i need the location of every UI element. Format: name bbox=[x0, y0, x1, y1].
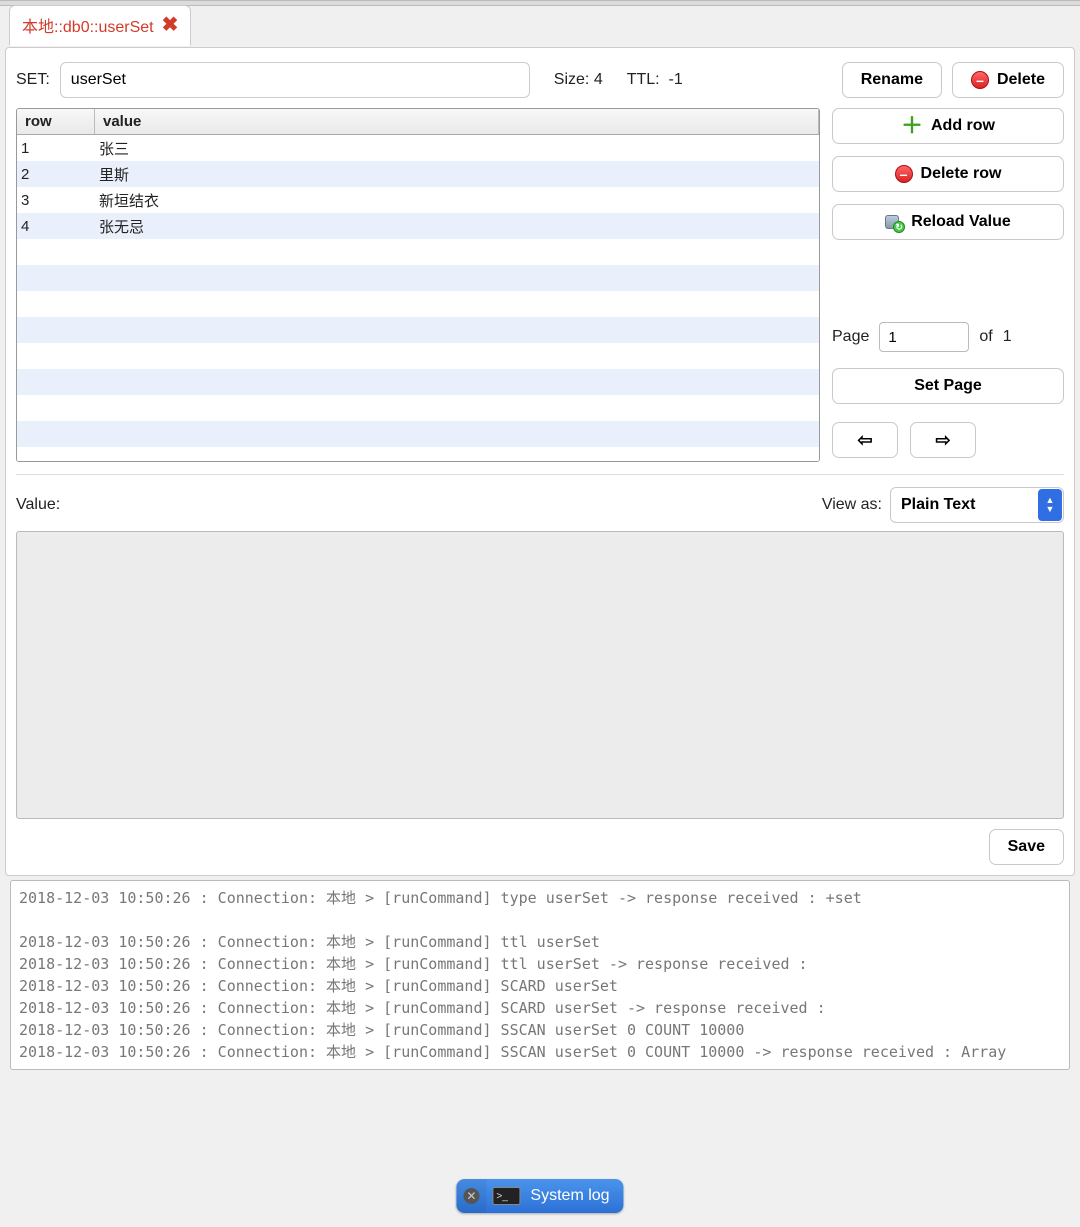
pagination-row: Page of 1 bbox=[832, 322, 1064, 352]
cell-row: 2 bbox=[17, 166, 95, 183]
key-header: SET: Size: 4 TTL: -1 Rename – Delete bbox=[6, 52, 1074, 108]
reload-icon: ↻ bbox=[885, 213, 903, 231]
log-line bbox=[19, 909, 1061, 931]
table-row-empty bbox=[17, 343, 819, 369]
log-line: 2018-12-03 10:50:26 : Connection: 本地 > [… bbox=[19, 1041, 1061, 1063]
log-line: 2018-12-03 10:50:26 : Connection: 本地 > [… bbox=[19, 953, 1061, 975]
close-icon[interactable]: ✖ bbox=[162, 12, 179, 37]
key-type-label: SET: bbox=[16, 71, 50, 89]
set-page-button[interactable]: Set Page bbox=[832, 368, 1064, 404]
ttl-label: TTL: -1 bbox=[627, 71, 683, 89]
table-row-empty bbox=[17, 395, 819, 421]
log-line: 2018-12-03 10:50:26 : Connection: 本地 > [… bbox=[19, 997, 1061, 1019]
table-row-empty bbox=[17, 369, 819, 395]
table-row-empty bbox=[17, 421, 819, 447]
save-button[interactable]: Save bbox=[989, 829, 1064, 865]
col-value-header[interactable]: value bbox=[95, 109, 819, 134]
cell-row: 3 bbox=[17, 192, 95, 209]
page-label: Page bbox=[832, 328, 869, 346]
cell-value: 张三 bbox=[95, 138, 819, 159]
close-icon: ✕ bbox=[463, 1188, 479, 1204]
cell-value: 张无忌 bbox=[95, 216, 819, 237]
key-name-input[interactable] bbox=[60, 62, 530, 98]
table-header: row value bbox=[17, 109, 819, 135]
log-panel[interactable]: 2018-12-03 10:50:26 : Connection: 本地 > [… bbox=[10, 880, 1070, 1070]
log-line: 2018-12-03 10:50:26 : Connection: 本地 > [… bbox=[19, 1019, 1061, 1041]
delete-row-button[interactable]: – Delete row bbox=[832, 156, 1064, 192]
system-log-bar[interactable]: ✕ >_ System log bbox=[456, 1179, 623, 1213]
tab-title: 本地::db0::userSet bbox=[22, 13, 154, 37]
syslog-close-button[interactable]: ✕ bbox=[456, 1179, 486, 1213]
arrow-left-icon: ⇦ bbox=[857, 430, 872, 451]
page-input[interactable] bbox=[879, 322, 969, 352]
of-label: of bbox=[979, 328, 992, 346]
table-row-empty bbox=[17, 291, 819, 317]
chevron-updown-icon[interactable]: ▲▼ bbox=[1038, 489, 1062, 521]
cell-value: 里斯 bbox=[95, 164, 819, 185]
add-row-button[interactable]: ＋ Add row bbox=[832, 108, 1064, 144]
table-row[interactable]: 2里斯 bbox=[17, 161, 819, 187]
col-row-header[interactable]: row bbox=[17, 109, 95, 134]
next-page-button[interactable]: ⇨ bbox=[910, 422, 976, 458]
cell-row: 1 bbox=[17, 140, 95, 157]
table-row-empty bbox=[17, 265, 819, 291]
delete-icon: – bbox=[971, 71, 989, 89]
table-body: 1张三2里斯3新垣结衣4张无忌 bbox=[17, 135, 819, 462]
reload-value-button[interactable]: ↻ Reload Value bbox=[832, 204, 1064, 240]
log-line: 2018-12-03 10:50:26 : Connection: 本地 > [… bbox=[19, 931, 1061, 953]
table-row-empty bbox=[17, 239, 819, 265]
table-row-empty bbox=[17, 317, 819, 343]
table-row[interactable]: 3新垣结衣 bbox=[17, 187, 819, 213]
row-actions: ＋ Add row – Delete row ↻ Reload Value Pa… bbox=[832, 108, 1064, 462]
tab-userset[interactable]: 本地::db0::userSet ✖ bbox=[9, 5, 191, 46]
arrow-right-icon: ⇨ bbox=[935, 430, 950, 451]
value-textarea[interactable] bbox=[16, 531, 1064, 819]
total-pages: 1 bbox=[1003, 328, 1012, 346]
tab-bar: 本地::db0::userSet ✖ bbox=[5, 5, 1075, 46]
table-row-empty bbox=[17, 447, 819, 462]
delete-button[interactable]: – Delete bbox=[952, 62, 1064, 98]
cell-row: 4 bbox=[17, 218, 95, 235]
view-as-select[interactable]: ▲▼ bbox=[890, 487, 1064, 523]
rename-button[interactable]: Rename bbox=[842, 62, 942, 98]
value-label: Value: bbox=[16, 496, 60, 514]
log-line: 2018-12-03 10:50:26 : Connection: 本地 > [… bbox=[19, 975, 1061, 997]
table-row[interactable]: 1张三 bbox=[17, 135, 819, 161]
prev-page-button[interactable]: ⇦ bbox=[832, 422, 898, 458]
main-panel: SET: Size: 4 TTL: -1 Rename – Delete row… bbox=[5, 47, 1075, 876]
view-as-label: View as: bbox=[822, 496, 882, 514]
divider bbox=[16, 474, 1064, 475]
size-label: Size: 4 bbox=[554, 71, 603, 89]
cell-value: 新垣结衣 bbox=[95, 190, 819, 211]
table-row[interactable]: 4张无忌 bbox=[17, 213, 819, 239]
log-line: 2018-12-03 10:50:26 : Connection: 本地 > [… bbox=[19, 887, 1061, 909]
data-table[interactable]: row value 1张三2里斯3新垣结衣4张无忌 bbox=[16, 108, 820, 462]
terminal-icon: >_ bbox=[492, 1187, 520, 1205]
system-log-label: System log bbox=[526, 1187, 623, 1205]
minus-icon: – bbox=[895, 165, 913, 183]
